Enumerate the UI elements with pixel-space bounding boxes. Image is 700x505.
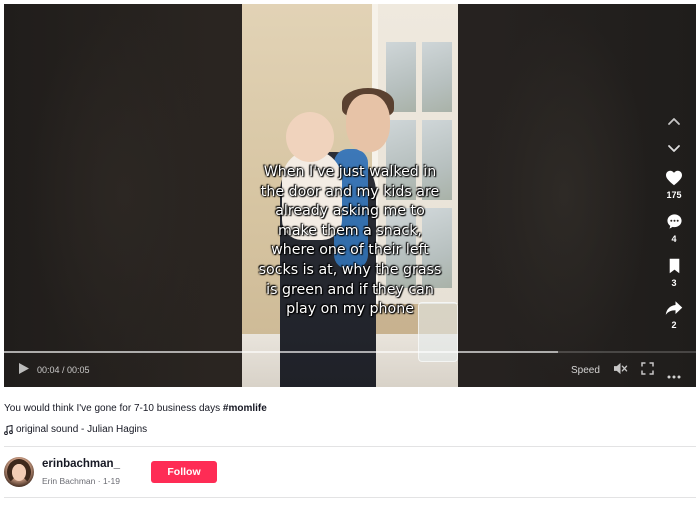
- progress-bar[interactable]: [4, 351, 696, 353]
- heart-icon: [666, 170, 682, 186]
- divider: [4, 446, 696, 447]
- sound-link[interactable]: original sound - Julian Hagins: [4, 424, 147, 435]
- progress-fill: [4, 351, 558, 353]
- previous-video-button[interactable]: [658, 116, 690, 126]
- speed-button[interactable]: Speed: [571, 365, 600, 376]
- mute-button[interactable]: [613, 362, 628, 380]
- hashtag-link[interactable]: #momlife: [223, 403, 267, 414]
- share-icon: [665, 301, 683, 315]
- caption-line: play on my phone: [286, 301, 414, 318]
- video-caption: When I've just walked in the door and my…: [256, 163, 444, 320]
- caption-line: the door and my kids are: [260, 183, 440, 200]
- video-description: You would think I've gone for 7-10 busin…: [4, 403, 267, 414]
- more-button[interactable]: [667, 366, 681, 384]
- description-text: You would think I've gone for 7-10 busin…: [4, 403, 221, 414]
- playback-time: 00:04 / 00:05: [37, 365, 90, 375]
- share-button[interactable]: 2: [658, 300, 690, 330]
- player-controls: 00:04 / 00:05 Speed: [4, 360, 696, 382]
- chevron-up-icon: [668, 118, 680, 125]
- follow-button[interactable]: Follow: [151, 461, 217, 483]
- fullscreen-button[interactable]: [641, 362, 654, 380]
- music-note-icon: [4, 424, 13, 435]
- caption-line: where one of their left: [271, 242, 429, 259]
- mute-icon: [614, 362, 628, 375]
- author-username[interactable]: erinbachman_: [42, 458, 120, 470]
- save-count: 3: [671, 278, 677, 288]
- caption-line: When I've just walked in: [263, 164, 437, 180]
- fullscreen-icon: [641, 362, 654, 375]
- next-video-button[interactable]: [658, 144, 690, 154]
- more-icon: [667, 375, 681, 379]
- video-player[interactable]: When I've just walked in the door and my…: [4, 4, 696, 387]
- comment-icon: [666, 214, 682, 229]
- divider: [4, 497, 696, 498]
- chevron-down-icon: [668, 145, 680, 152]
- like-button[interactable]: 175: [658, 170, 690, 200]
- save-button[interactable]: 3: [658, 258, 690, 288]
- play-button[interactable]: [18, 362, 30, 380]
- comment-count: 4: [671, 234, 677, 244]
- share-count: 2: [671, 320, 677, 330]
- caption-line: make them a snack,: [278, 222, 422, 239]
- caption-line: already asking me to: [275, 203, 425, 220]
- caption-line: socks is at, why the grass: [258, 261, 442, 278]
- comment-button[interactable]: 4: [658, 213, 690, 244]
- avatar[interactable]: [4, 457, 34, 487]
- caption-line: is green and if they can: [266, 281, 434, 298]
- sound-name: original sound - Julian Hagins: [16, 424, 148, 435]
- like-count: 175: [666, 190, 682, 200]
- author-subline: Erin Bachman · 1-19: [42, 476, 120, 486]
- play-icon: [19, 363, 29, 374]
- bookmark-icon: [669, 258, 679, 274]
